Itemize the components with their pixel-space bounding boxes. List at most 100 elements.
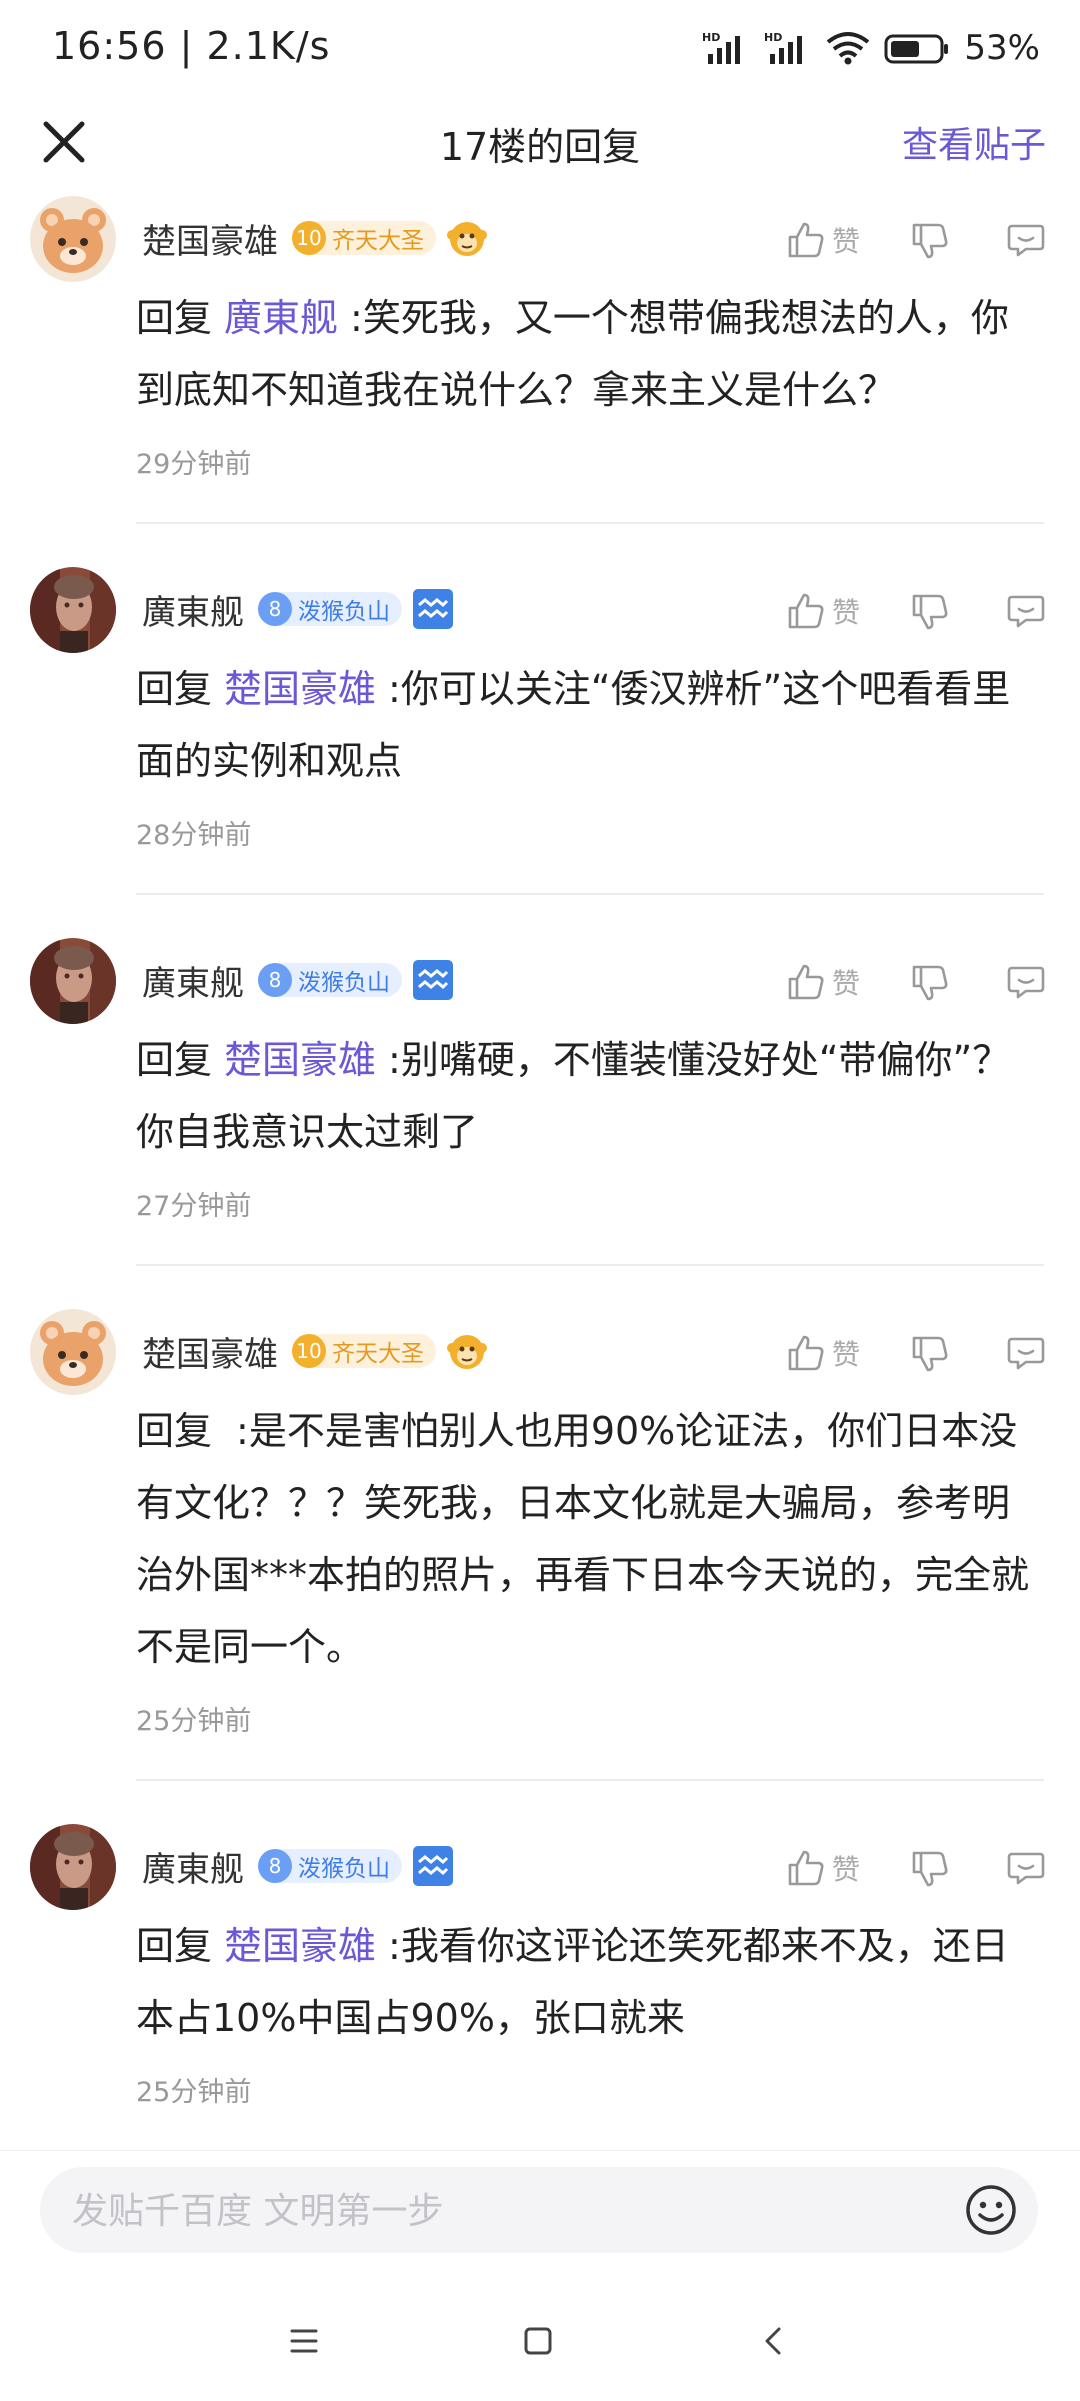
reply-text: 回复:是不是害怕别人也用90%论证法，你们日本没有文化？？？笑死我，日本文化就是… [136,1395,1036,1683]
user-name[interactable]: 楚国豪雄 [142,1327,278,1376]
thumbs-down-icon[interactable] [910,591,950,631]
monkey-face-icon [447,222,487,256]
aquarius-icon [413,960,453,1000]
user-row: 楚国豪雄 10 齐天大圣 [142,1323,488,1379]
thumbs-down-icon[interactable] [910,962,950,1002]
compose-input[interactable] [70,2167,934,2255]
mention-link[interactable]: 廣東舰 [224,296,338,340]
thumbs-down-icon[interactable] [910,1848,950,1888]
menu-icon[interactable] [284,2321,324,2361]
user-row: 廣東舰 8 泼猴负山 [142,1838,454,1894]
mention-link[interactable]: 楚国豪雄 [224,667,376,711]
reply-prefix: 回复 [136,667,213,711]
reply-time: 28分钟前 [136,820,252,851]
portrait-avatar [30,938,116,1024]
back-chevron-icon[interactable] [754,2321,794,2361]
home-square-icon[interactable] [518,2321,558,2361]
reply-actions: 赞 [786,583,1046,639]
like-label: 赞 [831,1853,860,1886]
reply-prefix: 回复 [136,1924,213,1968]
monkey-face-icon [447,1335,487,1369]
user-name[interactable]: 廣東舰 [142,956,244,1005]
mention-link[interactable]: 楚国豪雄 [224,1038,376,1082]
compose-box[interactable] [40,2167,1038,2255]
avatar[interactable] [30,1309,116,1395]
user-name[interactable]: 楚国豪雄 [142,214,278,263]
like-button[interactable]: 赞 [786,220,860,260]
reply-text: 回复 楚国豪雄:你可以关注“倭汉辨析”这个吧看看里面的实例和观点 [136,653,1036,797]
like-button[interactable]: 赞 [786,1848,860,1888]
level-title: 泼猴负山 [298,599,390,625]
like-button[interactable]: 赞 [786,962,860,1002]
portrait-avatar [30,567,116,653]
hd-signal-icon: HD [702,31,741,64]
emoji-icon[interactable] [964,2183,1018,2237]
header: 17楼的回复 查看贴子 [0,100,1080,200]
level-number: 10 [292,1334,326,1368]
level-title: 泼猴负山 [298,970,390,996]
divider [136,522,1044,524]
user-name[interactable]: 廣東舰 [142,585,244,634]
level-title: 齐天大圣 [332,1341,424,1367]
user-name[interactable]: 廣東舰 [142,1842,244,1891]
mention-link[interactable]: 楚国豪雄 [224,1924,376,1968]
comment-icon[interactable] [1006,1333,1046,1373]
thumbs-down-icon[interactable] [910,1333,950,1373]
aquarius-icon [413,589,453,629]
divider [136,1779,1044,1781]
svg-text:HD: HD [764,31,782,44]
thumbs-up-icon [788,1335,824,1371]
thumbs-up-icon [788,593,824,629]
thumbs-down-icon[interactable] [910,220,950,260]
level-badge: 8 泼猴负山 [258,592,402,626]
comment-icon[interactable] [1006,591,1046,631]
divider [136,1264,1044,1266]
level-number: 8 [258,963,292,997]
reply-text: 回复 楚国豪雄:我看你这评论还笑死都来不及，还日本占10%中国占90%，张口就来 [136,1910,1036,2054]
thumbs-up-icon [788,964,824,1000]
reply-actions: 赞 [786,1325,1046,1381]
avatar[interactable] [30,567,116,653]
bear-avatar [30,1309,116,1395]
reply-actions: 赞 [786,1840,1046,1896]
like-button[interactable]: 赞 [786,1333,860,1373]
battery-icon [884,34,949,64]
user-row: 楚国豪雄 10 齐天大圣 [142,210,488,266]
thumbs-up-icon [788,222,824,258]
level-badge: 8 泼猴负山 [258,963,402,997]
level-title: 齐天大圣 [332,228,424,254]
reply-time: 27分钟前 [136,1191,252,1222]
reply-text: 回复 廣東舰:笑死我，又一个想带偏我想法的人，你到底知不知道我在说什么？拿来主义是… [136,282,1036,426]
user-row: 廣東舰 8 泼猴负山 [142,952,454,1008]
view-post-link[interactable]: 查看贴子 [902,116,1046,168]
reply-prefix: 回复 [136,1038,213,1082]
hd-signal-icon: HD [764,31,803,64]
divider [136,893,1044,895]
reply-time: 29分钟前 [136,449,252,480]
comment-icon[interactable] [1006,962,1046,1002]
system-nav-bar [0,2301,1080,2401]
reply-prefix: 回复 [136,296,213,340]
reply-time: 25分钟前 [136,1706,252,1737]
bear-avatar [30,196,116,282]
level-badge: 10 齐天大圣 [292,221,436,255]
level-number: 8 [258,1849,292,1883]
comment-icon[interactable] [1006,220,1046,260]
like-button[interactable]: 赞 [786,591,860,631]
avatar[interactable] [30,938,116,1024]
wifi-icon [827,32,870,65]
reply-time: 25分钟前 [136,2077,252,2108]
portrait-avatar [30,1824,116,1910]
reply-text: 回复 楚国豪雄:别嘴硬，不懂装懂没好处“带偏你”？你自我意识太过剩了 [136,1024,1036,1168]
reply-actions: 赞 [786,212,1046,268]
like-label: 赞 [831,596,860,629]
avatar[interactable] [30,196,116,282]
bottom-bar [0,2150,1080,2401]
comment-icon[interactable] [1006,1848,1046,1888]
avatar[interactable] [30,1824,116,1910]
aquarius-icon [413,1846,453,1886]
like-label: 赞 [831,1338,860,1371]
thumbs-up-icon [788,1850,824,1886]
level-badge: 10 齐天大圣 [292,1334,436,1368]
reply-content: :是不是害怕别人也用90%论证法，你们日本没有文化？？？笑死我，日本文化就是大骗… [136,1409,1030,1669]
